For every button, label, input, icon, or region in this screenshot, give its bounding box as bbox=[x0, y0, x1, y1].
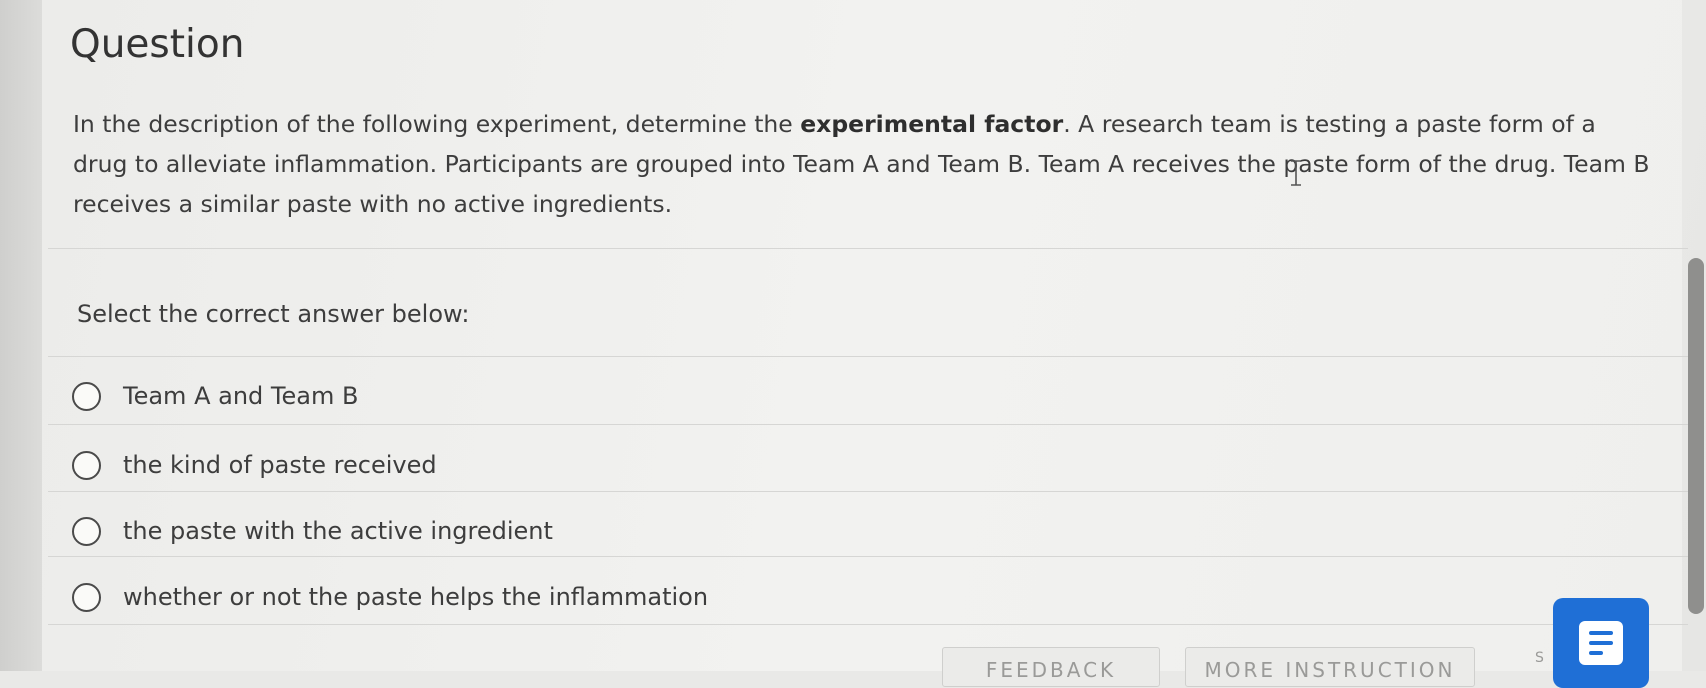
submit-button-fragment[interactable]: S bbox=[1535, 650, 1544, 666]
divider bbox=[48, 624, 1688, 625]
screen: Question In the description of the follo… bbox=[0, 0, 1706, 688]
divider bbox=[48, 356, 1688, 357]
question-prompt: In the description of the following expe… bbox=[73, 104, 1653, 224]
feedback-button[interactable]: FEEDBACK bbox=[942, 647, 1160, 687]
answer-option-label: whether or not the paste helps the infla… bbox=[123, 583, 709, 611]
radio-button[interactable] bbox=[72, 582, 101, 612]
scrollbar-thumb[interactable] bbox=[1688, 258, 1704, 614]
answer-option[interactable]: the paste with the active ingredient bbox=[72, 508, 1672, 554]
divider bbox=[48, 556, 1688, 557]
divider bbox=[48, 248, 1688, 249]
question-title: Question bbox=[70, 22, 245, 67]
radio-button[interactable] bbox=[72, 516, 101, 546]
answer-option-label: Team A and Team B bbox=[123, 382, 359, 410]
text-cursor-icon bbox=[1291, 160, 1301, 186]
instruction-text: Select the correct answer below: bbox=[77, 300, 470, 328]
answer-option[interactable]: the kind of paste received bbox=[72, 442, 1672, 488]
answer-option[interactable]: whether or not the paste helps the infla… bbox=[72, 574, 1672, 620]
question-card bbox=[42, 0, 1682, 671]
answer-option[interactable]: Team A and Team B bbox=[72, 373, 1672, 419]
divider bbox=[48, 424, 1688, 425]
answer-option-label: the kind of paste received bbox=[123, 451, 437, 479]
chat-button[interactable] bbox=[1553, 598, 1649, 688]
prompt-text-start: In the description of the following expe… bbox=[73, 110, 801, 138]
divider bbox=[48, 491, 1688, 492]
answer-option-label: the paste with the active ingredient bbox=[123, 517, 553, 545]
prompt-bold-term: experimental factor bbox=[800, 110, 1064, 138]
chat-lines-icon bbox=[1579, 621, 1623, 665]
radio-button[interactable] bbox=[72, 450, 101, 480]
more-instruction-button[interactable]: MORE INSTRUCTION bbox=[1185, 647, 1475, 687]
radio-button[interactable] bbox=[72, 381, 101, 411]
left-edge bbox=[0, 0, 42, 671]
